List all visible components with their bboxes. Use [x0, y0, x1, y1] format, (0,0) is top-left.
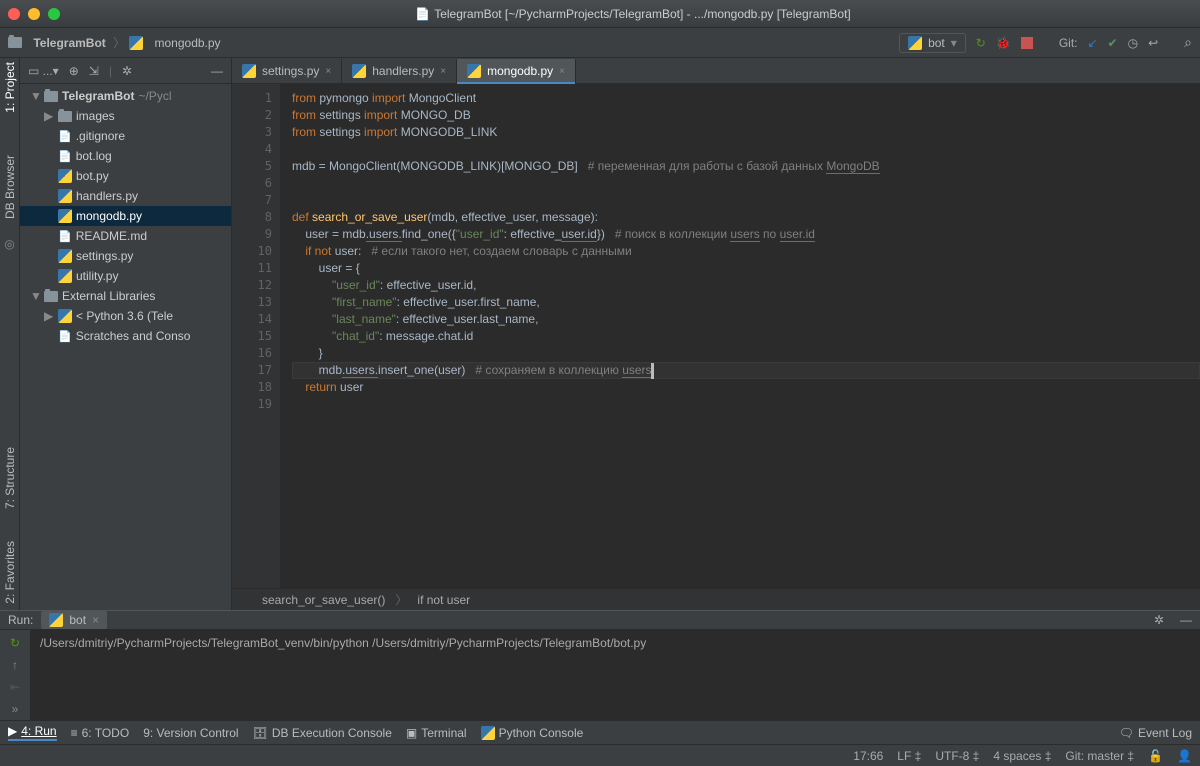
py-icon: [58, 309, 72, 323]
tree-item[interactable]: handlers.py: [20, 186, 231, 206]
more-run-actions[interactable]: »: [12, 702, 19, 716]
hide-tool-window[interactable]: —: [211, 64, 223, 78]
python-icon: [467, 64, 481, 78]
close-icon[interactable]: ×: [440, 66, 446, 77]
tool-db-browser-tab[interactable]: DB Browser: [3, 155, 17, 219]
hector-icon[interactable]: 👤: [1177, 749, 1192, 763]
breadcrumb-file[interactable]: mongodb.py: [129, 36, 220, 50]
run-side-toolbar: ↻ ↑ ⇤ »: [0, 630, 30, 722]
collapse-all[interactable]: ⇲: [89, 64, 99, 78]
line-separator[interactable]: LF ‡: [897, 749, 921, 763]
window-minimize[interactable]: [28, 8, 40, 20]
folder-icon: [44, 91, 58, 102]
project-settings-icon[interactable]: ✲: [122, 64, 132, 78]
status-bar: 17:66 LF ‡ UTF-8 ‡ 4 spaces ‡ Git: maste…: [0, 744, 1200, 766]
run-settings-icon[interactable]: ✲: [1154, 613, 1164, 627]
tool-favorites-tab[interactable]: 2: Favorites: [3, 541, 17, 604]
log-icon: 📄: [58, 150, 72, 163]
tree-item[interactable]: ▶ < Python 3.6 (Tele: [20, 306, 231, 326]
git-revert-button[interactable]: ↩: [1148, 36, 1158, 50]
indent-settings[interactable]: 4 spaces ‡: [993, 749, 1051, 763]
py-icon: [58, 189, 72, 203]
rerun-button[interactable]: ↻: [10, 636, 20, 650]
tree-item[interactable]: utility.py: [20, 266, 231, 286]
tool-todo-tab[interactable]: ≡ 6: TODO: [71, 726, 130, 740]
tree-item[interactable]: 📄 Scratches and Conso: [20, 326, 231, 346]
readonly-lock-icon[interactable]: 🔓: [1148, 749, 1163, 763]
file-icon: 📄: [58, 130, 72, 143]
navigation-bar: TelegramBot 〉 mongodb.py bot▾ ↻ 🐞 Git: ↙…: [0, 28, 1200, 58]
tool-db-exec-tab[interactable]: 🗄 DB Execution Console: [253, 726, 392, 740]
scratch-icon: 📄: [58, 330, 72, 343]
git-branch[interactable]: Git: master ‡: [1065, 749, 1134, 763]
git-commit-button[interactable]: ✔: [1108, 36, 1118, 50]
lib-icon: [44, 291, 58, 302]
event-log-tab[interactable]: 🗨 Event Log: [1119, 726, 1192, 740]
tool-vcs-tab[interactable]: 9: Version Control: [143, 726, 238, 740]
project-view-selector[interactable]: ▭ ...▾: [28, 64, 59, 78]
close-icon[interactable]: ×: [559, 66, 565, 77]
close-icon[interactable]: ×: [325, 66, 331, 77]
tool-terminal-tab[interactable]: ▣ Terminal: [406, 726, 467, 740]
code-breadcrumbs[interactable]: search_or_save_user()〉if not user: [232, 588, 1200, 610]
run-panel: Run: bot× ✲ — ↻ ↑ ⇤ » /Users/dmitriy/Pyc…: [0, 610, 1200, 720]
run-panel-label: Run:: [8, 613, 33, 627]
tool-python-console-tab[interactable]: Python Console: [481, 726, 584, 740]
run-session-tab[interactable]: bot×: [41, 611, 107, 629]
db-icon: ◎: [4, 237, 14, 251]
tree-item[interactable]: ▼ TelegramBot ~/Pycl: [20, 86, 231, 106]
project-sidebar: ▭ ...▾ ⊕ ⇲ | ✲ — ▼ TelegramBot ~/Pycl▶ i…: [20, 58, 232, 610]
editor-tab[interactable]: handlers.py×: [342, 59, 457, 83]
py-icon: [58, 249, 72, 263]
tree-item[interactable]: bot.py: [20, 166, 231, 186]
caret-position[interactable]: 17:66: [853, 749, 883, 763]
tool-project-tab[interactable]: 1: Project: [3, 62, 17, 113]
window-close[interactable]: [8, 8, 20, 20]
project-tree[interactable]: ▼ TelegramBot ~/Pycl▶ images📄 .gitignore…: [20, 84, 231, 610]
tree-item[interactable]: settings.py: [20, 246, 231, 266]
editor-tab[interactable]: settings.py×: [232, 59, 342, 83]
python-icon: [242, 64, 256, 78]
md-icon: 📄: [58, 230, 72, 243]
python-icon: [352, 64, 366, 78]
search-everywhere-button[interactable]: ⌕: [1184, 34, 1192, 51]
breadcrumb-project[interactable]: TelegramBot 〉: [8, 34, 125, 51]
code-editor[interactable]: 12345678910111213141516171819 from pymon…: [232, 84, 1200, 588]
run-output[interactable]: /Users/dmitriy/PycharmProjects/TelegramB…: [30, 630, 1200, 722]
folder-icon: [58, 111, 72, 122]
scroll-to-source[interactable]: ⊕: [69, 64, 79, 78]
py-icon: [58, 209, 72, 223]
editor-tabs: settings.py×handlers.py×mongodb.py×: [232, 58, 1200, 84]
run-config-selector[interactable]: bot▾: [899, 33, 966, 53]
tool-run-tab[interactable]: ▶ 4: Run: [8, 724, 57, 741]
tree-item[interactable]: 📄 bot.log: [20, 146, 231, 166]
run-button[interactable]: ↻: [976, 36, 986, 50]
tree-item[interactable]: ▶ images: [20, 106, 231, 126]
window-zoom[interactable]: [48, 8, 60, 20]
code-area[interactable]: from pymongo import MongoClientfrom sett…: [280, 84, 1200, 588]
editor-tab[interactable]: mongodb.py×: [457, 59, 576, 83]
tree-item[interactable]: 📄 README.md: [20, 226, 231, 246]
git-update-button[interactable]: ↙: [1087, 36, 1097, 50]
up-stack-button[interactable]: ↑: [12, 658, 18, 672]
py-icon: [58, 269, 72, 283]
line-gutter[interactable]: 12345678910111213141516171819: [232, 84, 280, 588]
window-title: 📄TelegramBot [~/PycharmProjects/Telegram…: [74, 6, 1192, 21]
left-gutter: 1: Project DB Browser ◎ 7: Structure 2: …: [0, 58, 20, 610]
tree-item[interactable]: mongodb.py: [20, 206, 231, 226]
down-stack-button[interactable]: ⇤: [10, 680, 20, 694]
git-history-button[interactable]: ◷: [1128, 36, 1138, 50]
tool-structure-tab[interactable]: 7: Structure: [3, 447, 17, 509]
git-label: Git:: [1059, 36, 1078, 50]
window-titlebar: 📄TelegramBot [~/PycharmProjects/Telegram…: [0, 0, 1200, 28]
file-encoding[interactable]: UTF-8 ‡: [935, 749, 979, 763]
py-icon: [58, 169, 72, 183]
tree-item[interactable]: ▼ External Libraries: [20, 286, 231, 306]
hide-run-panel[interactable]: —: [1180, 613, 1192, 627]
bottom-toolbar: ▶ 4: Run ≡ 6: TODO 9: Version Control 🗄 …: [0, 720, 1200, 744]
stop-button[interactable]: [1021, 37, 1033, 49]
tree-item[interactable]: 📄 .gitignore: [20, 126, 231, 146]
debug-button[interactable]: 🐞: [996, 36, 1011, 50]
